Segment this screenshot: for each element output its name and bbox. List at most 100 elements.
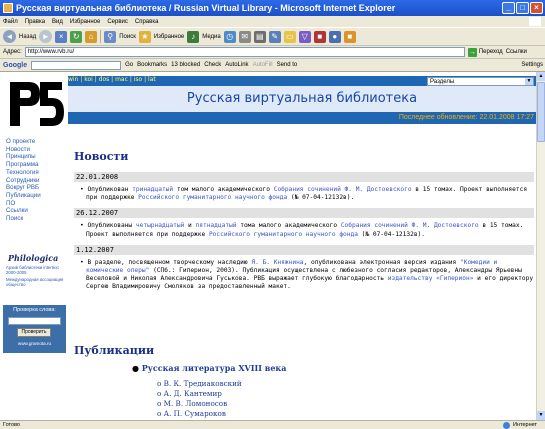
scroll-down-icon[interactable]: ▼ (537, 411, 545, 420)
news-item: • Опубликованы четырнадцатый и пятнадцат… (74, 218, 534, 244)
forward-arrow-icon[interactable]: ► (39, 30, 53, 43)
word-check-panel: Проверка слова: Проверить www.gramota.ru (3, 305, 66, 353)
scroll-thumb[interactable] (537, 82, 545, 142)
standard-toolbar: ◄ Назад ► × ↻ ⌂ ⚲ Поиск ★ Избранное ♪ Ме… (0, 27, 545, 46)
back-arrow-icon[interactable]: ◄ (3, 30, 16, 43)
nav-principles[interactable]: Принципы (6, 153, 41, 161)
nav-around-rvb[interactable]: Вокруг РВБ (6, 184, 41, 192)
plugin-icon[interactable]: ■ (313, 30, 326, 43)
favorites-star-icon[interactable]: ★ (138, 30, 151, 43)
popup-blocker-button[interactable]: 13 blocked (171, 62, 200, 68)
news-text: В разделе, посвященном творческому насле… (87, 258, 252, 266)
favorites-button-label[interactable]: Избранное (154, 34, 184, 40)
lit-18th-century-heading[interactable]: ● Русская литература XVIII века (132, 363, 286, 373)
partner-link-association[interactable]: Международная ассоциация общество (6, 277, 66, 287)
stop-icon[interactable]: × (55, 30, 68, 43)
nav-publications[interactable]: Публикации (6, 192, 41, 200)
news-link[interactable]: Российского гуманитарного научного фонда (209, 231, 358, 238)
autofill-button[interactable]: AutoFill (253, 62, 273, 68)
refresh-icon[interactable]: ↻ (70, 30, 83, 43)
search-button-label[interactable]: Поиск (119, 34, 136, 40)
security-zone: Интернет (503, 421, 537, 429)
news-text: Опубликован (87, 186, 133, 193)
vertical-scrollbar[interactable]: ▲ ▼ (536, 72, 545, 420)
nav-technology[interactable]: Технология (6, 169, 41, 177)
last-update-date: Последнее обновление: 22.01.2008 17:27 (398, 114, 534, 121)
nav-software[interactable]: ПО (6, 200, 41, 208)
menu-help[interactable]: Справка (135, 19, 159, 25)
google-go-button[interactable]: Go (125, 62, 133, 68)
home-icon[interactable]: ⌂ (85, 30, 98, 43)
gramota-link[interactable]: www.gramota.ru (3, 341, 66, 346)
url-input[interactable]: http://www.rvb.ru/ (24, 47, 465, 57)
update-bar: Последнее обновление: 22.01.2008 17:27 (68, 112, 536, 124)
google-logo[interactable]: Google (3, 62, 27, 69)
media-button-label[interactable]: Медиа (202, 34, 220, 40)
rvb-logo[interactable] (2, 74, 67, 136)
messenger-icon[interactable]: ● (328, 30, 341, 43)
status-bar: Готово Интернет (0, 420, 545, 429)
author-item[interactable]: o А. П. Сумароков (157, 409, 242, 419)
news-link[interactable]: пятнадцатый (196, 222, 237, 229)
author-item[interactable]: o В. К. Тредиаковский (157, 379, 242, 389)
author-item[interactable]: o А. Д. Кантемир (157, 389, 242, 399)
edit-icon[interactable]: ✎ (268, 30, 281, 43)
research-icon[interactable]: ■ (343, 30, 356, 43)
news-text: (№ 07-04-12132в). (287, 194, 355, 202)
publications-section: Публикации ● Русская литература XVIII ве… (74, 344, 534, 418)
news-link[interactable]: Собрания сочинений Ф. М. Достоевского (341, 222, 479, 229)
nav-program[interactable]: Программа (6, 161, 41, 169)
nav-staff[interactable]: Сотрудники (6, 177, 41, 185)
mail-icon[interactable]: ✉ (238, 30, 251, 43)
go-button[interactable]: → Переход (467, 47, 503, 57)
back-button-label[interactable]: Назад (19, 34, 36, 40)
word-check-title: Проверка слова: (13, 307, 56, 313)
news-link[interactable]: Российского гуманитарного научного фонда (138, 194, 287, 201)
sections-dropdown[interactable]: Разделы ▼ (427, 77, 534, 86)
send-to-button[interactable]: Send to (277, 62, 298, 68)
maximize-button[interactable]: □ (516, 2, 529, 14)
site-title: Русская виртуальная библиотека (68, 86, 536, 112)
partner-link-archive[interactable]: Архив библиотеки intertext 2000-2005 (6, 265, 66, 275)
encoding-links[interactable]: win | koi | dos | mac | iso | lat (68, 76, 156, 83)
media-icon[interactable]: ♪ (187, 30, 200, 43)
scroll-up-icon[interactable]: ▲ (537, 72, 545, 81)
news-link[interactable]: Я. Б. Княжнина (251, 259, 303, 266)
news-date-header: 26.12.2007 (74, 208, 534, 219)
menu-view[interactable]: Вид (52, 19, 63, 25)
close-button[interactable]: × (530, 2, 543, 14)
nav-search[interactable]: Поиск (6, 215, 41, 223)
windows-logo-icon (529, 17, 541, 26)
menu-edit[interactable]: Правка (25, 19, 45, 25)
google-settings-button[interactable]: Settings (521, 62, 543, 68)
google-search-input[interactable] (31, 60, 122, 70)
philologica-logo[interactable]: Philologica (8, 253, 58, 263)
folder-icon[interactable]: ▭ (283, 30, 296, 43)
author-item[interactable]: o М. В. Ломоносов (157, 399, 242, 409)
google-bookmarks-button[interactable]: Bookmarks (137, 62, 167, 68)
news-text: (№ 07-04-12132в). (357, 230, 426, 238)
links-label[interactable]: Ссылки (506, 49, 527, 55)
nav-news[interactable]: Новости (6, 146, 41, 154)
word-check-button[interactable]: Проверить (17, 328, 51, 337)
autolink-button[interactable]: AutoLink (225, 62, 248, 68)
word-check-input[interactable] (8, 317, 61, 325)
minimize-button[interactable]: _ (502, 2, 515, 14)
tool-icon[interactable]: ▽ (298, 30, 311, 43)
menu-favorites[interactable]: Избранное (70, 19, 100, 25)
lit-title-text[interactable]: Русская литература XVIII века (142, 363, 287, 373)
left-navigation: О проекте Новости Принципы Программа Тех… (6, 138, 41, 223)
news-link[interactable]: издательству «Гиперион» (388, 275, 474, 282)
nav-about[interactable]: О проекте (6, 138, 41, 146)
news-link[interactable]: четырнадцатый (136, 222, 184, 229)
menu-file[interactable]: Файл (3, 19, 18, 25)
menu-tools[interactable]: Сервис (107, 19, 128, 25)
search-icon[interactable]: ⚲ (104, 30, 117, 43)
print-icon[interactable]: ▤ (253, 30, 266, 43)
sections-dropdown-value: Разделы (430, 79, 455, 85)
news-link[interactable]: Собрания сочинений Ф. М. Достоевского (274, 186, 412, 193)
news-link[interactable]: тринадцатый (132, 186, 173, 193)
spell-check-button[interactable]: Check (204, 62, 221, 68)
nav-links[interactable]: Ссылки (6, 207, 41, 215)
history-icon[interactable]: ◷ (223, 30, 236, 43)
